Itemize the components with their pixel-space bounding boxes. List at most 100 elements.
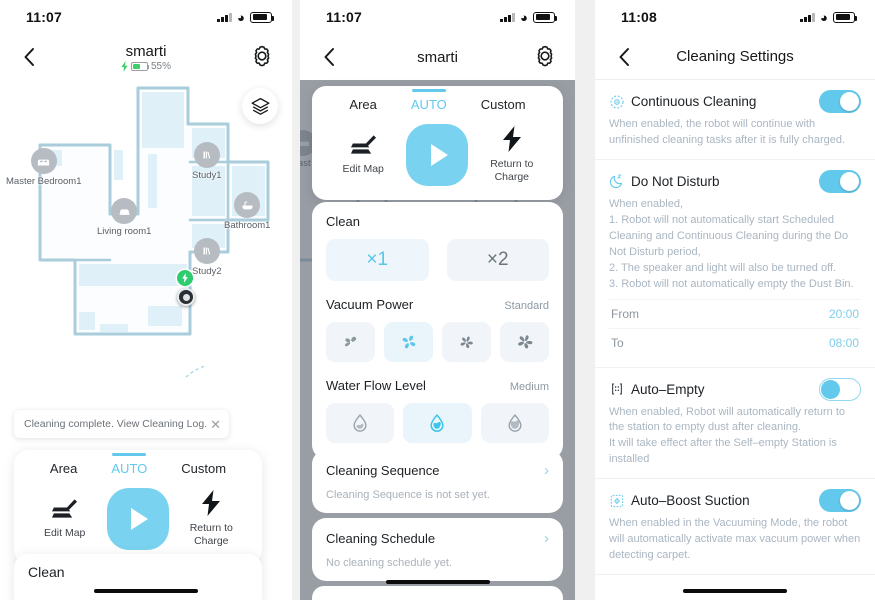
vacuum-power-max[interactable]: [500, 322, 549, 362]
row-subtitle: No cleaning schedule yet.: [326, 557, 452, 569]
setting-header: Do Not Disturb: [609, 169, 861, 193]
play-button[interactable]: [406, 124, 469, 186]
setting-description: When enabled, the robot will continue wi…: [609, 118, 846, 146]
status-bar: 11:07 ◕: [0, 0, 292, 34]
water-flow-high[interactable]: [480, 403, 549, 443]
wifi-icon: ◕: [236, 9, 245, 25]
edit-map-label: Edit Map: [43, 527, 86, 540]
tab-auto[interactable]: AUTO: [111, 461, 147, 480]
play-icon: [430, 144, 448, 166]
back-button[interactable]: [16, 44, 42, 70]
vacuum-power-title: Vacuum Power: [326, 297, 414, 312]
setting-label-group: Do Not Disturb: [609, 173, 720, 189]
page-title: Cleaning Settings: [676, 48, 794, 65]
phone-panel-clean-settings: 11:07 ◕ smarti Area AUTO Custom Edit Map…: [300, 0, 575, 600]
toggle-do-not-disturb[interactable]: [819, 169, 861, 193]
edit-map-icon: [52, 499, 78, 519]
row-cleaning-sequence[interactable]: Cleaning Sequence › Cleaning Sequence is…: [312, 450, 563, 513]
wifi-icon: ◕: [819, 9, 828, 25]
edit-map-button[interactable]: Edit Map: [328, 133, 398, 176]
row-header: Cleaning Schedule ›: [326, 530, 549, 547]
settings-button[interactable]: [533, 44, 559, 70]
charging-dock-icon: [177, 270, 193, 286]
fan-standard-icon: [402, 335, 415, 349]
mode-tabs: Area AUTO Custom: [312, 86, 563, 116]
setting-auto-empty: Auto–Empty When enabled, Robot will auto…: [595, 368, 875, 480]
tab-custom[interactable]: Custom: [481, 97, 526, 116]
dnd-from-row[interactable]: From 20:00: [609, 298, 861, 328]
vacuum-power-standard[interactable]: [384, 322, 433, 362]
control-card: Area AUTO Custom Edit Map Return to Char…: [312, 86, 563, 200]
tab-custom[interactable]: Custom: [181, 461, 226, 480]
dnd-to-row[interactable]: To 08:00: [609, 327, 861, 357]
setting-auto-boost-suction: Auto–Boost Suction When enabled in the V…: [595, 479, 875, 576]
charging-bolt-icon: [121, 60, 128, 72]
back-button[interactable]: [316, 44, 342, 70]
home-indicator: [385, 579, 490, 584]
control-card: Area AUTO Custom Edit Map Return to Char…: [14, 450, 262, 564]
vacuum-power-strong[interactable]: [442, 322, 491, 362]
edit-map-button[interactable]: Edit Map: [30, 497, 100, 540]
lightning-bolt-icon: [202, 489, 221, 516]
tab-auto[interactable]: AUTO: [411, 97, 447, 116]
continuous-cleaning-icon: [610, 94, 624, 109]
chevron-right-icon: ›: [544, 530, 549, 547]
chevron-left-icon: [324, 48, 334, 66]
toast-cleaning-complete[interactable]: Cleaning complete. View Cleaning Log. ✕: [14, 410, 229, 438]
fan-quiet-icon: [344, 336, 356, 347]
return-to-charge-button[interactable]: Return to Charge: [176, 489, 246, 548]
clean-count-x2[interactable]: ×2: [446, 239, 549, 281]
close-icon[interactable]: ✕: [210, 418, 221, 431]
battery-icon: [250, 11, 274, 23]
setting-do-not-disturb: Do Not Disturb When enabled, 1. Robot wi…: [595, 160, 875, 368]
setting-label-group: Continuous Cleaning: [609, 94, 756, 110]
battery-icon: [533, 11, 557, 23]
water-drop-low-icon: [353, 414, 367, 432]
map-layers-button[interactable]: [242, 88, 278, 124]
row-header: Cleaning Sequence ›: [326, 462, 549, 479]
screenshot-stage: 11:07 ◕ smarti 55% Master Bedroom1 Livin…: [0, 0, 875, 600]
clean-count-options: ×1 ×2: [326, 239, 549, 281]
settings-button[interactable]: [250, 44, 276, 70]
water-flow-medium[interactable]: [403, 403, 472, 443]
nav-bar: Cleaning Settings: [595, 34, 875, 80]
battery-percent: 55%: [150, 60, 171, 72]
water-flow-header: Water Flow Level Medium: [326, 378, 549, 393]
status-time: 11:07: [326, 9, 363, 25]
water-flow-low[interactable]: [326, 403, 395, 443]
page-title: smarti: [417, 48, 458, 66]
dnd-to-value: 08:00: [828, 335, 859, 350]
toggle-auto-boost-suction[interactable]: [819, 489, 861, 513]
tab-area[interactable]: Area: [349, 97, 376, 116]
carpet-boost-icon: [610, 494, 624, 507]
home-indicator: [683, 588, 787, 593]
status-bar: 11:08 ◕: [595, 0, 875, 34]
device-title-block: smarti 55%: [121, 43, 171, 72]
clean-count-x1[interactable]: ×1: [326, 239, 429, 281]
row-cleaning-schedule[interactable]: Cleaning Schedule › No cleaning schedule…: [312, 518, 563, 581]
play-button[interactable]: [106, 488, 169, 550]
gear-icon: [537, 45, 553, 67]
phone-panel-cleaning-settings: 11:08 ◕ Cleaning Settings Continuous Cle…: [595, 0, 875, 600]
return-to-charge-button[interactable]: Return to Charge: [477, 125, 547, 184]
status-time: 11:08: [621, 9, 658, 25]
vacuum-power-value: Standard: [504, 300, 549, 312]
robot-vacuum-icon[interactable]: [177, 288, 195, 306]
control-actions: Edit Map Return to Charge: [14, 480, 262, 564]
gear-icon: [254, 45, 270, 67]
status-icons: ◕: [800, 9, 857, 25]
tab-area[interactable]: Area: [50, 461, 77, 480]
dnd-from-value: 20:00: [828, 306, 859, 321]
clean-card-peek: Clean: [14, 554, 262, 600]
toggle-continuous-cleaning[interactable]: [819, 90, 861, 113]
vacuum-power-quiet[interactable]: [326, 322, 375, 362]
back-button[interactable]: [611, 44, 637, 70]
settings-list: Continuous Cleaning When enabled, the ro…: [595, 80, 875, 600]
cellular-signal-icon: [217, 12, 232, 22]
clean-count-x1-label: ×1: [366, 249, 389, 270]
nav-bar: smarti: [300, 34, 575, 80]
moon-icon: [609, 174, 623, 189]
fan-strong-icon: [460, 336, 473, 348]
device-battery: 55%: [121, 60, 171, 72]
toggle-auto-empty[interactable]: [819, 377, 861, 401]
